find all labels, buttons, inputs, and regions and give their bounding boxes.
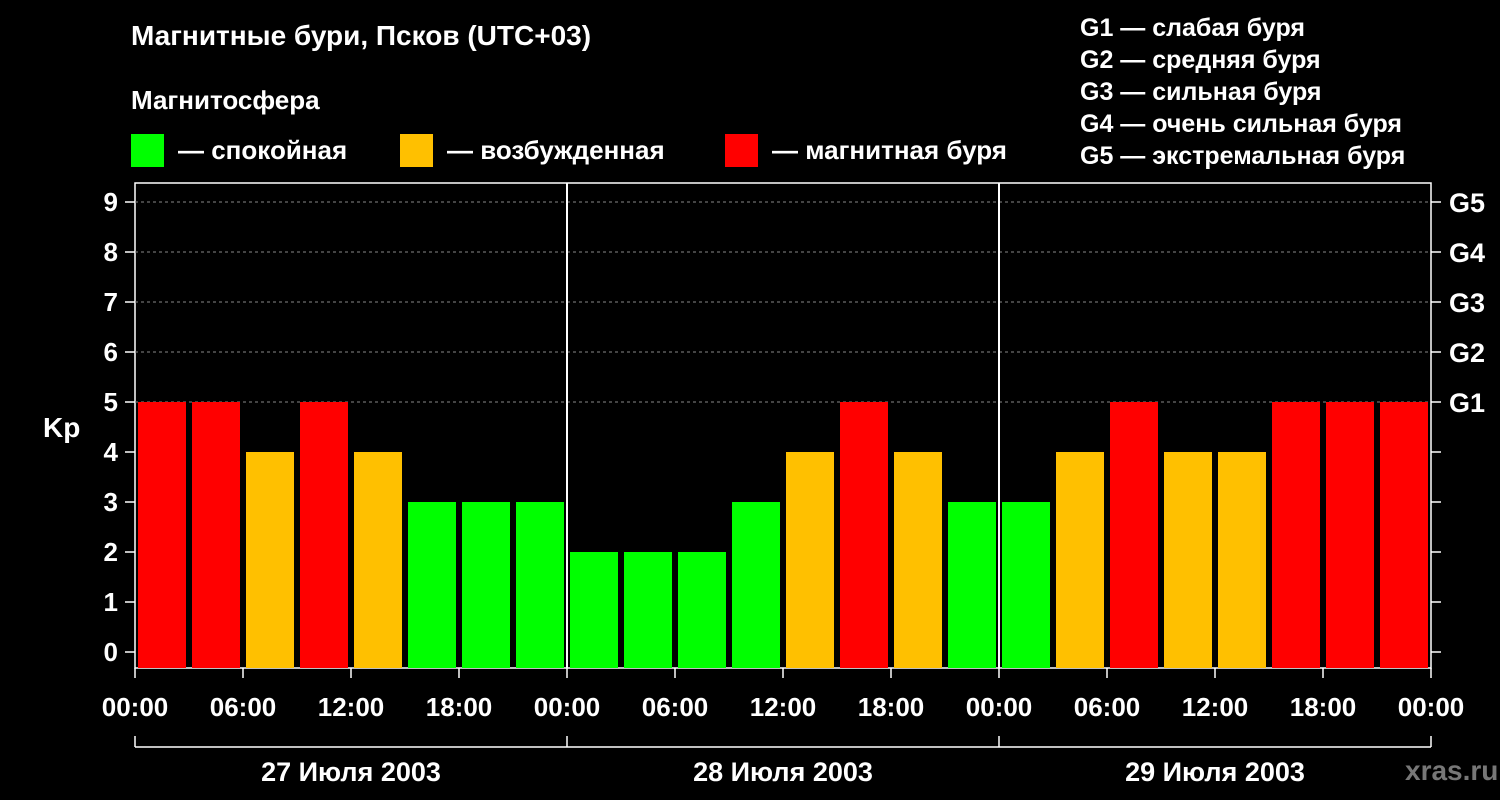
- kp-bar: [1326, 402, 1374, 668]
- g-tick-label: G1: [1449, 388, 1485, 418]
- kp-bar: [300, 402, 348, 668]
- kp-bar: [138, 402, 186, 668]
- day-label: 29 Июля 2003: [1125, 757, 1305, 787]
- kp-bar: [516, 502, 564, 668]
- x-tick-label: 00:00: [102, 692, 169, 722]
- x-tick-label: 18:00: [1290, 692, 1357, 722]
- x-tick-label: 06:00: [1074, 692, 1141, 722]
- kp-bar: [192, 402, 240, 668]
- y-axis-label: Kp: [43, 412, 80, 443]
- kp-bar: [1218, 452, 1266, 668]
- y-tick-label: 3: [104, 487, 118, 517]
- x-tick-label: 00:00: [534, 692, 601, 722]
- y-tick-label: 8: [104, 237, 118, 267]
- day-label: 27 Июля 2003: [261, 757, 441, 787]
- y-tick-label: 6: [104, 337, 118, 367]
- kp-bar: [948, 502, 996, 668]
- kp-bar: [570, 552, 618, 668]
- x-tick-label: 00:00: [1398, 692, 1465, 722]
- y-tick-label: 9: [104, 187, 118, 217]
- x-tick-label: 06:00: [642, 692, 709, 722]
- x-tick-label: 00:00: [966, 692, 1033, 722]
- y-tick-label: 7: [104, 287, 118, 317]
- kp-bar: [1164, 452, 1212, 668]
- watermark: xras.ru: [1405, 755, 1499, 786]
- kp-bar: [678, 552, 726, 668]
- kp-bar: [1002, 502, 1050, 668]
- kp-bar: [1056, 452, 1104, 668]
- g-tick-label: G4: [1449, 238, 1485, 268]
- kp-bar: [732, 502, 780, 668]
- x-tick-label: 06:00: [210, 692, 277, 722]
- x-tick-label: 12:00: [750, 692, 817, 722]
- kp-bar: [1272, 402, 1320, 668]
- kp-bar: [786, 452, 834, 668]
- kp-bar: [840, 402, 888, 668]
- kp-bar: [354, 452, 402, 668]
- g-tick-label: G2: [1449, 338, 1485, 368]
- kp-bar: [1380, 402, 1428, 668]
- kp-bar: [408, 502, 456, 668]
- kp-bar: [246, 452, 294, 668]
- x-tick-label: 12:00: [1182, 692, 1249, 722]
- kp-bar: [624, 552, 672, 668]
- kp-bar: [894, 452, 942, 668]
- y-tick-label: 0: [104, 637, 118, 667]
- x-tick-label: 18:00: [426, 692, 493, 722]
- g-tick-label: G5: [1449, 188, 1485, 218]
- y-tick-label: 1: [104, 587, 118, 617]
- y-tick-label: 5: [104, 387, 118, 417]
- day-label: 28 Июля 2003: [693, 757, 873, 787]
- y-tick-label: 4: [104, 437, 119, 467]
- y-tick-label: 2: [104, 537, 118, 567]
- x-tick-label: 12:00: [318, 692, 385, 722]
- kp-bar: [462, 502, 510, 668]
- kp-bar-chart: 0 1 2 3 4 5 6 7 8 9 G1 G2 G3 G4 G5 Kp 00:00 06:00 12:00 18:…: [43, 182, 1485, 787]
- x-tick-label: 18:00: [858, 692, 925, 722]
- kp-bar: [1110, 402, 1158, 668]
- g-tick-label: G3: [1449, 288, 1485, 318]
